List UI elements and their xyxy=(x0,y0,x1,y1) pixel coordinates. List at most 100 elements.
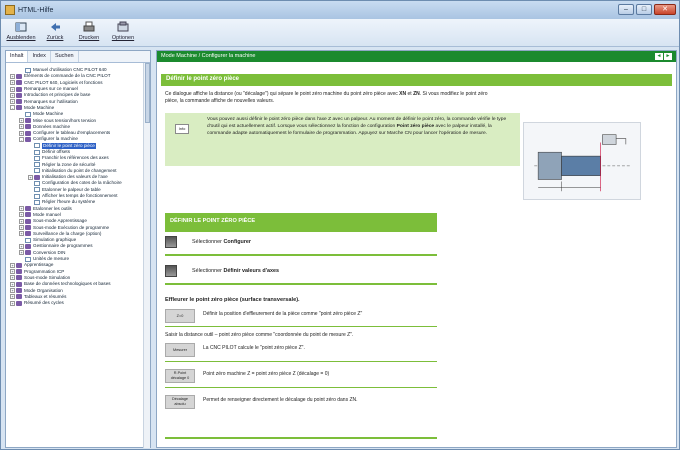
page-icon xyxy=(34,155,40,161)
expand-icon[interactable]: + xyxy=(19,218,24,224)
expand-icon[interactable]: + xyxy=(10,80,15,86)
tree-item-label: Configurer la machine xyxy=(33,136,78,142)
close-button[interactable]: ✕ xyxy=(654,4,676,15)
tree-item-label: Données machine xyxy=(33,123,71,129)
expand-icon[interactable]: + xyxy=(19,250,24,256)
tree-item-label: Franchir les références des axes xyxy=(42,155,109,161)
expand-icon[interactable]: + xyxy=(10,86,15,92)
book-icon xyxy=(25,218,31,224)
section-divider xyxy=(165,230,437,232)
expand-icon[interactable]: + xyxy=(10,73,15,79)
book-icon xyxy=(16,99,22,105)
page-icon xyxy=(25,237,31,243)
tree-item-label: Mode Machine xyxy=(24,104,55,110)
intro-part: Ce dialogue affiche la distance (ou "déc… xyxy=(165,91,400,97)
expand-icon[interactable]: + xyxy=(19,225,24,231)
expand-icon[interactable]: + xyxy=(10,92,15,98)
tree-item-label: Gestionnaire de programmes xyxy=(33,243,93,249)
collapse-icon[interactable]: - xyxy=(10,105,15,111)
tree-scrollbar[interactable] xyxy=(143,63,150,448)
expand-icon[interactable]: + xyxy=(19,130,24,136)
maximize-button[interactable]: □ xyxy=(636,4,652,15)
book-icon xyxy=(16,73,22,79)
minimize-button[interactable]: – xyxy=(618,4,634,15)
tab-index[interactable]: Index xyxy=(28,51,51,62)
hide-button[interactable]: Ausblenden xyxy=(6,19,36,46)
tab-contents[interactable]: Inhalt xyxy=(6,51,29,62)
row-divider xyxy=(165,387,437,388)
expand-icon[interactable]: + xyxy=(10,99,15,105)
tree-item-label: Afficher les temps de fonctionnement xyxy=(42,193,118,199)
help-window: HTML-Hilfe – □ ✕ Ausblenden Zurück Druck… xyxy=(0,0,680,450)
z0-softkey[interactable]: Z=0 xyxy=(165,309,195,323)
offset-zero-softkey[interactable]: R.Point décalage 0 xyxy=(165,369,195,383)
row-text: Définir la position d'effleurement de la… xyxy=(203,311,363,317)
book-icon xyxy=(25,136,31,142)
print-button[interactable]: Drucken xyxy=(75,19,103,46)
tree-item-label: CNC PILOT 640, Logiciels et fonctions xyxy=(24,79,103,85)
scrollbar-thumb[interactable] xyxy=(145,63,150,123)
tree-item-label: Configurer le tableau d'emplacements xyxy=(33,130,111,136)
softkey-icon xyxy=(165,236,177,248)
info-note: Info Vous pouvez aussi définir le point … xyxy=(165,113,520,166)
breadcrumb[interactable]: Mode Machine / Configurer la machine xyxy=(161,53,255,59)
expand-icon[interactable]: + xyxy=(10,300,15,306)
book-icon xyxy=(25,243,31,249)
expand-icon[interactable]: + xyxy=(10,262,15,268)
book-icon xyxy=(25,206,31,212)
expand-icon[interactable]: + xyxy=(19,231,24,237)
nav-tabs: Inhalt Index Suchen xyxy=(6,51,150,63)
tree-item-label: Unités de mesure xyxy=(33,256,70,262)
expand-icon[interactable]: + xyxy=(19,124,24,130)
procedure-heading: Effleurer le point zéro pièce (surface t… xyxy=(165,297,300,303)
expand-icon[interactable]: + xyxy=(10,281,15,287)
tree-item-label: Introduction et principes de base xyxy=(24,92,91,98)
tree-item-label: Sous-mode Exécution de programme xyxy=(33,224,110,230)
expand-icon[interactable]: + xyxy=(19,212,24,218)
tab-search[interactable]: Suchen xyxy=(51,51,79,62)
back-arrow-icon xyxy=(51,23,60,31)
expand-icon[interactable]: + xyxy=(10,288,15,294)
tree-item-label: Initialisation du point de changement xyxy=(42,167,117,173)
expand-icon[interactable]: + xyxy=(10,294,15,300)
step-divider xyxy=(165,283,437,285)
title-bar: HTML-Hilfe – □ ✕ xyxy=(1,1,679,19)
page-icon xyxy=(25,67,31,73)
tree-item-label: Programmation ICP xyxy=(24,268,65,274)
row-absolute-offset: Décalage absolu Permet de renseigner dir… xyxy=(165,395,437,409)
tree-item-label: Définir offsets xyxy=(42,149,70,154)
page-icon xyxy=(34,187,40,193)
row-offset-zero: R.Point décalage 0 Point zéro machine Z … xyxy=(165,369,437,383)
page-icon xyxy=(34,143,40,149)
tree-item-label: Base de données technologiques et bases xyxy=(24,281,111,287)
book-icon xyxy=(25,118,31,124)
next-page-icon[interactable]: ► xyxy=(664,53,672,60)
measure-softkey[interactable]: Mesurer xyxy=(165,343,195,357)
back-button[interactable]: Zurück xyxy=(41,19,69,46)
options-button[interactable]: Optionen xyxy=(109,19,137,46)
expand-icon[interactable]: + xyxy=(19,243,24,249)
expand-icon[interactable]: + xyxy=(10,275,15,281)
breadcrumb-bar: Mode Machine / Configurer la machine ◄ ► xyxy=(157,51,676,62)
window-title: HTML-Hilfe xyxy=(18,6,54,14)
tree-item-label: Simulation graphique xyxy=(33,237,77,243)
back-label: Zurück xyxy=(46,35,64,41)
expand-icon[interactable]: + xyxy=(19,206,24,212)
page-icon xyxy=(34,168,40,174)
section-heading: DÉFINIR LE POINT ZÉRO PIÈCE xyxy=(165,213,437,230)
tree-item-label: Sous-mode Simulation xyxy=(24,274,71,280)
page-icon xyxy=(34,180,40,186)
tree-item-label: Sous-mode Apprentissage xyxy=(33,218,87,224)
row-measure: Mesurer La CNC PILOT calcule le "point z… xyxy=(165,343,437,357)
expand-icon[interactable]: + xyxy=(19,118,24,124)
tree-item-label: Surveillance de la charge (option) xyxy=(33,230,102,236)
expand-icon[interactable]: + xyxy=(28,174,33,180)
prev-page-icon[interactable]: ◄ xyxy=(655,53,663,60)
collapse-icon[interactable]: - xyxy=(19,136,24,142)
book-icon xyxy=(16,105,22,111)
tree-item[interactable]: + Résumé des cycles xyxy=(8,300,148,306)
book-icon xyxy=(16,86,22,92)
page-icon xyxy=(34,149,40,155)
expand-icon[interactable]: + xyxy=(10,269,15,275)
absolute-offset-softkey[interactable]: Décalage absolu xyxy=(165,395,195,409)
